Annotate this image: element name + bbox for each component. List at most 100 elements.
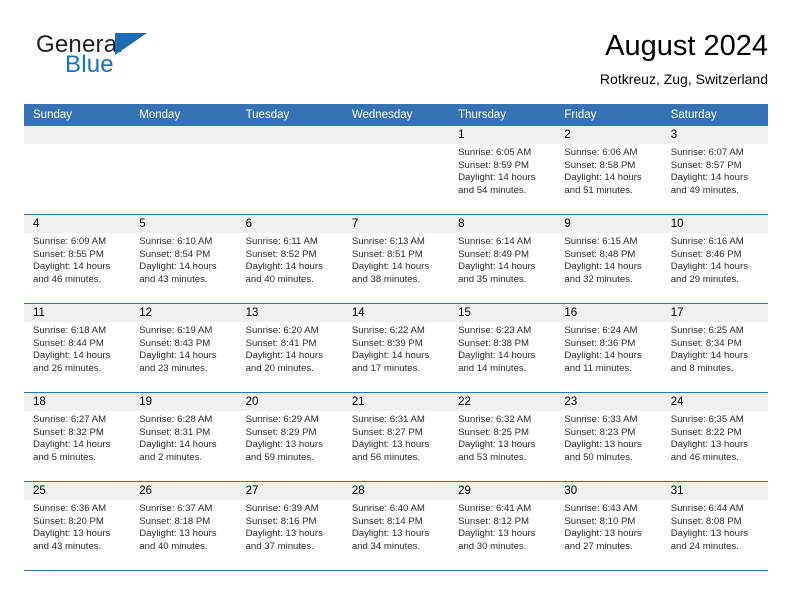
sunrise-time: Sunrise: 6:29 AM	[245, 414, 319, 425]
daylight-duration: Daylight: 14 hours and 29 minutes.	[670, 261, 749, 285]
day-number: 18	[24, 393, 131, 411]
day-number: 16	[555, 304, 662, 322]
day-details: Sunrise: 6:06 AM Sunset: 8:58 PM Daylight:…	[555, 144, 661, 197]
sunrise-time: Sunrise: 6:32 AM	[458, 414, 532, 425]
daylight-duration: Daylight: 14 hours and 26 minutes.	[33, 350, 111, 374]
sunrise-time: Sunrise: 6:23 AM	[458, 325, 532, 336]
calendar-day-cell[interactable]: 15 Sunrise: 6:23 AM Sunset: 8:38 PM Dayligh…	[449, 304, 556, 392]
calendar-day-cell[interactable]: 13 Sunrise: 6:20 AM Sunset: 8:41 PM Dayligh…	[236, 304, 343, 392]
day-details: Sunrise: 6:15 AM Sunset: 8:48 PM Daylight:…	[555, 233, 661, 286]
calendar-day-cell[interactable]: 16 Sunrise: 6:24 AM Sunset: 8:36 PM Dayligh…	[555, 304, 662, 392]
calendar-day-cell-empty	[236, 126, 343, 214]
calendar-day-cell[interactable]: 29 Sunrise: 6:41 AM Sunset: 8:12 PM Dayligh…	[449, 482, 556, 570]
sunrise-time: Sunrise: 6:39 AM	[245, 503, 319, 514]
daylight-duration: Daylight: 14 hours and 23 minutes.	[139, 350, 217, 374]
calendar-day-cell-empty	[24, 126, 131, 214]
calendar-day-cell[interactable]: 3 Sunrise: 6:07 AM Sunset: 8:57 PM Daylight…	[661, 126, 768, 214]
sunset-time: Sunset: 8:27 PM	[351, 426, 423, 438]
calendar-day-cell[interactable]: 12 Sunrise: 6:19 AM Sunset: 8:43 PM Dayligh…	[130, 304, 237, 392]
sunrise-time: Sunrise: 6:43 AM	[564, 503, 638, 514]
calendar-day-cell[interactable]: 10 Sunrise: 6:16 AM Sunset: 8:46 PM Dayligh…	[661, 215, 768, 303]
calendar-day-cell[interactable]: 18 Sunrise: 6:27 AM Sunset: 8:32 PM Dayligh…	[24, 393, 131, 481]
calendar-day-cell-empty	[342, 126, 450, 214]
sunrise-time: Sunrise: 6:18 AM	[33, 325, 107, 336]
day-details: Sunrise: 6:09 AM Sunset: 8:55 PM Daylight:…	[24, 233, 130, 286]
daylight-duration: Daylight: 14 hours and 54 minutes.	[458, 172, 536, 196]
daylight-duration: Daylight: 13 hours and 56 minutes.	[351, 439, 430, 463]
calendar-week-row: 4 Sunrise: 6:09 AM Sunset: 8:55 PM Daylight…	[24, 215, 768, 304]
calendar-day-cell[interactable]: 30 Sunrise: 6:43 AM Sunset: 8:10 PM Dayligh…	[555, 482, 662, 570]
calendar-week-row: 1 Sunrise: 6:05 AM Sunset: 8:59 PM Daylight…	[24, 126, 768, 215]
calendar-day-cell[interactable]: 8 Sunrise: 6:14 AM Sunset: 8:49 PM Daylight…	[449, 215, 556, 303]
day-of-week-header-monday: Monday	[139, 109, 181, 121]
calendar-day-cell[interactable]: 17 Sunrise: 6:25 AM Sunset: 8:34 PM Dayligh…	[661, 304, 768, 392]
calendar-day-cell[interactable]: 4 Sunrise: 6:09 AM Sunset: 8:55 PM Daylight…	[24, 215, 131, 303]
sunrise-time: Sunrise: 6:44 AM	[670, 503, 744, 514]
day-details: Sunrise: 6:43 AM Sunset: 8:10 PM Daylight:…	[555, 500, 661, 553]
calendar-day-cell[interactable]: 19 Sunrise: 6:28 AM Sunset: 8:31 PM Dayligh…	[130, 393, 237, 481]
calendar-day-cell[interactable]: 7 Sunrise: 6:13 AM Sunset: 8:51 PM Daylight…	[342, 215, 450, 303]
sunrise-time: Sunrise: 6:19 AM	[139, 325, 213, 336]
calendar-table: Sunday Monday Tuesday Wednesday Thursday Frid…	[24, 104, 768, 571]
calendar-day-cell[interactable]: 21 Sunrise: 6:31 AM Sunset: 8:27 PM Dayligh…	[342, 393, 450, 481]
sunset-time: Sunset: 8:18 PM	[139, 515, 211, 527]
daylight-duration: Daylight: 14 hours and 51 minutes.	[564, 172, 642, 196]
daylight-duration: Daylight: 13 hours and 37 minutes.	[245, 528, 323, 552]
sunrise-time: Sunrise: 6:15 AM	[564, 236, 638, 247]
daylight-duration: Daylight: 14 hours and 49 minutes.	[670, 172, 749, 196]
title-block: August 2024 Rotkreuz, Zug, Switzerland	[600, 28, 768, 89]
daylight-duration: Daylight: 13 hours and 59 minutes.	[245, 439, 323, 463]
brand-flag-icon	[115, 33, 147, 55]
day-details: Sunrise: 6:19 AM Sunset: 8:43 PM Daylight:…	[130, 322, 236, 375]
sunrise-time: Sunrise: 6:25 AM	[670, 325, 744, 336]
calendar-day-cell[interactable]: 27 Sunrise: 6:39 AM Sunset: 8:16 PM Dayligh…	[236, 482, 343, 570]
daylight-duration: Daylight: 14 hours and 2 minutes.	[139, 439, 217, 463]
calendar-day-cell[interactable]: 23 Sunrise: 6:33 AM Sunset: 8:23 PM Dayligh…	[555, 393, 662, 481]
day-details: Sunrise: 6:36 AM Sunset: 8:20 PM Daylight:…	[24, 500, 130, 553]
calendar-day-cell[interactable]: 14 Sunrise: 6:22 AM Sunset: 8:39 PM Dayligh…	[342, 304, 450, 392]
sunset-time: Sunset: 8:38 PM	[458, 337, 530, 349]
daylight-duration: Daylight: 14 hours and 46 minutes.	[33, 261, 111, 285]
calendar-day-cell[interactable]: 6 Sunrise: 6:11 AM Sunset: 8:52 PM Daylight…	[236, 215, 343, 303]
day-details: Sunrise: 6:24 AM Sunset: 8:36 PM Daylight:…	[555, 322, 661, 375]
sunrise-time: Sunrise: 6:07 AM	[670, 147, 744, 158]
daylight-duration: Daylight: 14 hours and 8 minutes.	[670, 350, 749, 374]
sunrise-time: Sunrise: 6:31 AM	[351, 414, 425, 425]
sunset-time: Sunset: 8:54 PM	[139, 248, 211, 260]
calendar-day-cell[interactable]: 9 Sunrise: 6:15 AM Sunset: 8:48 PM Daylight…	[555, 215, 662, 303]
day-number: 1	[449, 126, 556, 144]
calendar-day-cell[interactable]: 11 Sunrise: 6:18 AM Sunset: 8:44 PM Dayligh…	[24, 304, 131, 392]
calendar-day-cell[interactable]: 5 Sunrise: 6:10 AM Sunset: 8:54 PM Daylight…	[130, 215, 237, 303]
sunrise-time: Sunrise: 6:16 AM	[670, 236, 744, 247]
sunset-time: Sunset: 8:08 PM	[670, 515, 742, 527]
calendar-day-cell[interactable]: 25 Sunrise: 6:36 AM Sunset: 8:20 PM Dayligh…	[24, 482, 131, 570]
calendar-day-cell[interactable]: 20 Sunrise: 6:29 AM Sunset: 8:29 PM Dayligh…	[236, 393, 343, 481]
calendar-day-cell[interactable]: 28 Sunrise: 6:40 AM Sunset: 8:14 PM Dayligh…	[342, 482, 450, 570]
day-details: Sunrise: 6:31 AM Sunset: 8:27 PM Daylight:…	[343, 411, 449, 464]
sunset-time: Sunset: 8:46 PM	[670, 248, 742, 260]
calendar-day-cell[interactable]: 31 Sunrise: 6:44 AM Sunset: 8:08 PM Dayligh…	[661, 482, 768, 570]
brand-name-blue: Blue	[65, 51, 114, 78]
day-of-week-header-wednesday: Wednesday	[351, 109, 413, 121]
daylight-duration: Daylight: 13 hours and 46 minutes.	[670, 439, 749, 463]
calendar-day-cell[interactable]: 2 Sunrise: 6:06 AM Sunset: 8:58 PM Daylight…	[555, 126, 662, 214]
calendar-day-cell[interactable]: 1 Sunrise: 6:05 AM Sunset: 8:59 PM Daylight…	[449, 126, 556, 214]
day-of-week-header-row: Sunday Monday Tuesday Wednesday Thursday Frid…	[24, 104, 768, 126]
day-of-week-header-tuesday: Tuesday	[245, 109, 290, 121]
page-header: General Blue August 2024 Rotkreuz, Zug, …	[24, 28, 768, 92]
day-number: 2	[555, 126, 662, 144]
day-number: 4	[24, 215, 131, 233]
day-of-week-header-sunday: Sunday	[33, 109, 73, 121]
sunset-time: Sunset: 8:43 PM	[139, 337, 211, 349]
page-subtitle: Rotkreuz, Zug, Switzerland	[599, 71, 768, 87]
day-number: 6	[236, 215, 343, 233]
calendar-day-cell[interactable]: 26 Sunrise: 6:37 AM Sunset: 8:18 PM Dayligh…	[130, 482, 237, 570]
day-number: 30	[555, 482, 662, 500]
sunset-time: Sunset: 8:39 PM	[351, 337, 423, 349]
calendar-day-cell[interactable]: 22 Sunrise: 6:32 AM Sunset: 8:25 PM Dayligh…	[449, 393, 556, 481]
brand-logo[interactable]: General Blue	[36, 32, 226, 86]
day-number	[236, 126, 343, 144]
daylight-duration: Daylight: 14 hours and 17 minutes.	[351, 350, 430, 374]
calendar-day-cell[interactable]: 24 Sunrise: 6:35 AM Sunset: 8:22 PM Dayligh…	[661, 393, 768, 481]
daylight-duration: Daylight: 14 hours and 40 minutes.	[245, 261, 323, 285]
